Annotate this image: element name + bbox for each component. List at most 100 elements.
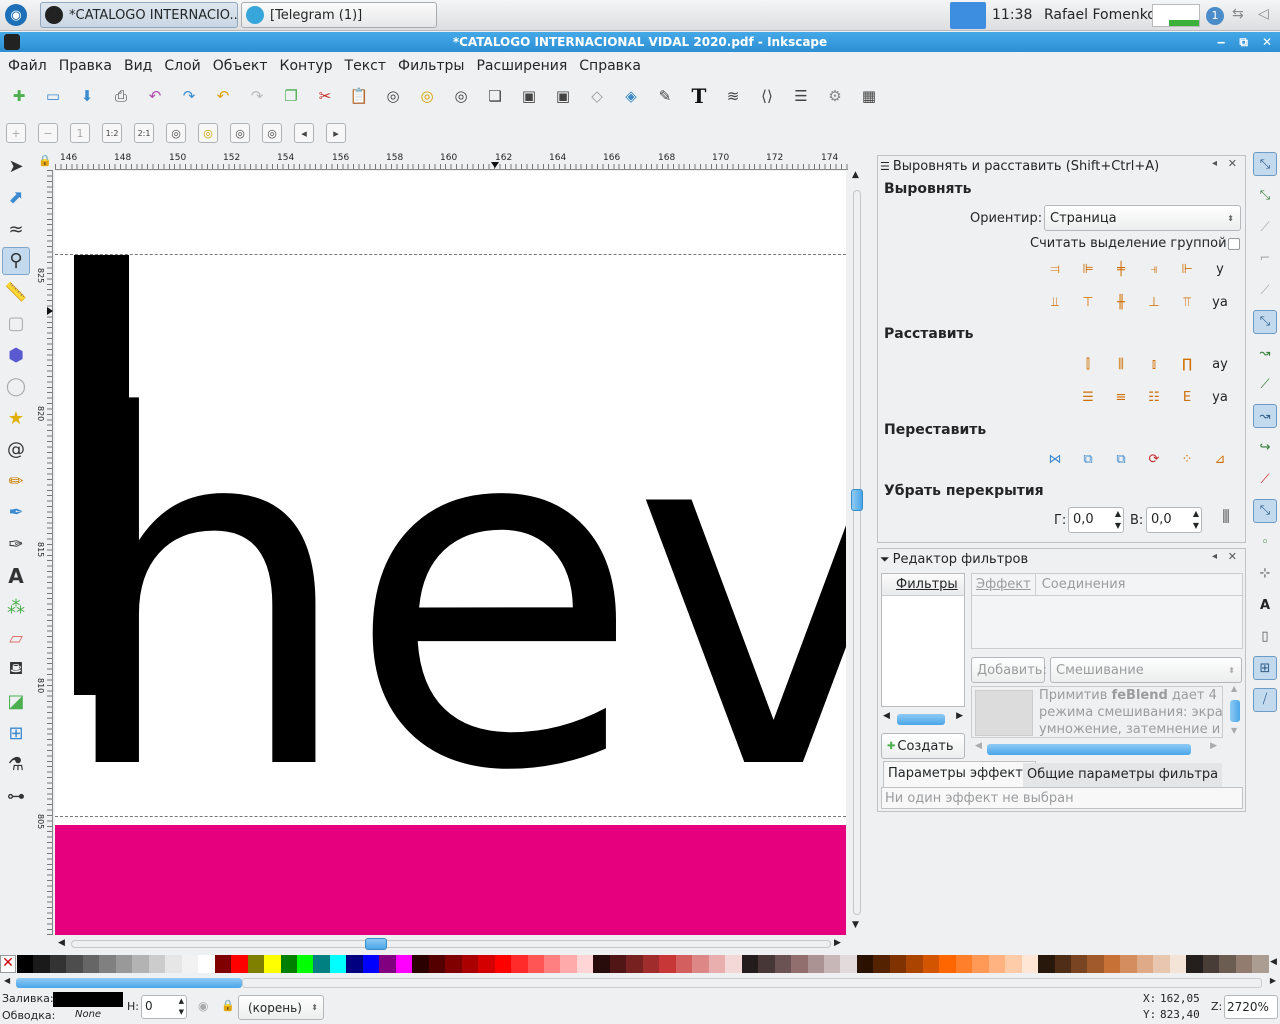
palette-swatch[interactable] <box>939 955 956 973</box>
menu-text[interactable]: Текст <box>339 58 392 74</box>
palette-swatch[interactable] <box>889 955 907 973</box>
zoom-page-icon[interactable]: ◎ <box>230 123 250 143</box>
gradient-tool-icon[interactable]: ◪ <box>2 688 30 716</box>
horizontal-scrollbar[interactable]: ◀ ▶ <box>55 936 848 952</box>
unlink-clone-icon[interactable]: ▣ <box>550 83 576 109</box>
snap-bbox-midpoint-icon[interactable]: ⟋ <box>1253 278 1277 302</box>
align-right-edge-icon[interactable]: ⫤ <box>1042 256 1068 282</box>
palette-swatch[interactable] <box>527 955 544 973</box>
palette-swatch[interactable] <box>1235 955 1253 973</box>
align-baseline-v-icon[interactable]: y <box>1207 256 1233 282</box>
horizontal-ruler[interactable]: 146 148 150 152 154 156 158 160 162 164 … <box>55 152 848 170</box>
zoom-1-2-icon[interactable]: 1:2 <box>102 123 122 143</box>
exchange-clockwise-icon[interactable]: ⟳ <box>1141 446 1167 472</box>
snap-bbox-icon[interactable]: ⤡ <box>1253 184 1277 208</box>
palette-swatch[interactable] <box>1021 955 1039 973</box>
xml-editor-icon[interactable]: ⟨⟩ <box>754 83 780 109</box>
canvas-text[interactable]: hev <box>55 357 846 837</box>
pencil-tool-icon[interactable]: ✏ <box>2 467 30 495</box>
palette-swatch[interactable] <box>1054 955 1071 973</box>
palette-swatch[interactable] <box>758 955 775 973</box>
menu-filters[interactable]: Фильтры <box>392 58 470 74</box>
snap-text-baseline-icon[interactable]: ⊹ <box>1253 562 1277 586</box>
palette-swatch[interactable] <box>329 955 347 973</box>
zoom-prev-icon[interactable]: ◂ <box>294 123 314 143</box>
palette-swatch[interactable] <box>115 955 133 973</box>
notification-badge[interactable]: 1 <box>1206 7 1224 25</box>
layers-icon[interactable]: ≋ <box>720 83 746 109</box>
remove-overlaps-button[interactable]: ⫴ <box>1212 507 1240 535</box>
import-icon[interactable]: ↶ <box>142 83 168 109</box>
zoom-width-icon[interactable]: ◎ <box>262 123 282 143</box>
tab-filter-general[interactable]: Общие параметры фильтра <box>1023 763 1223 787</box>
align-right-icon[interactable]: ⫣ <box>1141 256 1167 282</box>
palette-swatch[interactable] <box>99 955 116 973</box>
palette-swatch[interactable] <box>198 955 215 973</box>
copy-icon[interactable]: ❐ <box>278 83 304 109</box>
palette-swatch[interactable] <box>626 955 643 973</box>
window-titlebar[interactable]: *CATALOGO INTERNACIONAL VIDAL 2020.pdf -… <box>0 32 1280 52</box>
export-icon[interactable]: ↷ <box>176 83 202 109</box>
effect-column-header[interactable]: Эффект <box>972 574 1036 595</box>
align-top-edge-icon[interactable]: ⫪ <box>1174 289 1200 315</box>
distribute-center-h-icon[interactable]: ⫼ <box>1108 351 1134 377</box>
3dbox-tool-icon[interactable]: ⬢ <box>2 341 30 369</box>
filters-list[interactable]: Фильтры <box>881 573 965 707</box>
layer-select[interactable]: (корень) ⬍ <box>238 995 324 1020</box>
menu-layer[interactable]: Слой <box>158 58 206 74</box>
save-icon[interactable]: ⬇ <box>74 83 100 109</box>
pen-tool-icon[interactable]: ✒ <box>2 499 30 527</box>
distribute-left-icon[interactable]: ⫿ <box>1075 351 1101 377</box>
zoom-in-icon[interactable]: + <box>6 123 26 143</box>
snap-path-intersection-icon[interactable]: ⟋ <box>1253 373 1277 397</box>
effect-type-select[interactable]: Смешивание ⬍ <box>1050 657 1242 683</box>
palette-swatch[interactable] <box>807 955 824 973</box>
palette-swatch[interactable] <box>708 955 726 973</box>
zoom-2-1-icon[interactable]: 2:1 <box>134 123 154 143</box>
palette-swatch[interactable] <box>247 955 265 973</box>
align-baseline-h-icon[interactable]: ya <box>1207 289 1233 315</box>
scrollbar-thumb[interactable] <box>851 489 863 511</box>
scroll-down-icon[interactable]: ▼ <box>852 920 859 930</box>
menu-help[interactable]: Справка <box>573 58 647 74</box>
randomize-positions-icon[interactable]: ⁘ <box>1174 446 1200 472</box>
palette-swatch[interactable] <box>1071 955 1088 973</box>
selector-tool-icon[interactable]: ➤ <box>2 152 30 180</box>
zoom-input[interactable]: 2720% <box>1224 995 1278 1019</box>
menu-edit[interactable]: Правка <box>53 58 118 74</box>
palette-swatch[interactable] <box>1252 955 1269 973</box>
task-inkscape[interactable]: *CATALOGO INTERNACIO... <box>40 2 238 28</box>
cut-icon[interactable]: ✂ <box>312 83 338 109</box>
maximize-button[interactable]: ⧉ <box>1239 32 1248 52</box>
description-vscroll[interactable]: ▲ ▼ <box>1228 684 1242 738</box>
star-tool-icon[interactable]: ★ <box>2 404 30 432</box>
palette-swatch[interactable] <box>955 955 973 973</box>
snap-guide-icon[interactable]: ⧸ <box>1253 687 1277 712</box>
snap-midpoint-icon[interactable]: ⟋ <box>1253 467 1277 491</box>
palette-swatch[interactable] <box>395 955 413 973</box>
palette-swatch[interactable] <box>725 955 742 973</box>
snap-rotation-center-icon[interactable]: ◦ <box>1253 530 1277 554</box>
palette-swatch[interactable] <box>280 955 297 973</box>
tab-effect-params[interactable]: Параметры эффекта <box>883 761 1036 787</box>
panel-iconify-icon[interactable]: ◂ <box>1212 158 1217 169</box>
zoom-drawing-icon[interactable]: ◎ <box>414 83 440 109</box>
palette-swatch[interactable] <box>1153 955 1170 973</box>
palette-swatch[interactable] <box>922 955 940 973</box>
palette-swatch[interactable] <box>609 955 627 973</box>
distribute-baseline-v-icon[interactable]: ya <box>1207 384 1233 410</box>
palette-swatch[interactable] <box>66 955 83 973</box>
vertical-ruler[interactable]: 825 820 815 810 805 <box>35 170 53 935</box>
app-launcher-icon[interactable]: ◉ <box>5 4 27 26</box>
lock-guides-icon[interactable]: 🔒 <box>38 154 52 167</box>
group-icon[interactable]: ◇ <box>584 83 610 109</box>
palette-swatch[interactable] <box>82 955 100 973</box>
palette-swatch[interactable] <box>33 955 50 973</box>
duplicate-icon[interactable]: ❏ <box>482 83 508 109</box>
snap-enable-icon[interactable]: ⤡ <box>1253 152 1277 176</box>
palette-swatch[interactable] <box>313 955 330 973</box>
palette-swatch[interactable] <box>576 955 594 973</box>
snap-smooth-icon[interactable]: ↪ <box>1253 436 1277 460</box>
palette-swatch[interactable] <box>165 955 182 973</box>
print-icon[interactable]: ⎙ <box>108 83 134 109</box>
